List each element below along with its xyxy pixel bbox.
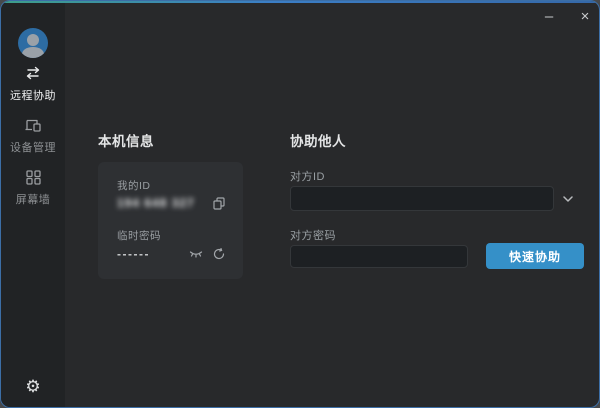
close-icon: × <box>581 8 590 25</box>
peer-password-label: 对方密码 <box>290 227 336 243</box>
sidebar-item-label: 屏幕墙 <box>1 191 65 207</box>
chevron-down-icon[interactable] <box>561 192 575 206</box>
avatar-body <box>22 47 44 58</box>
my-id-label-row: 我的ID <box>117 178 225 193</box>
close-button[interactable]: × <box>574 5 596 27</box>
my-id-value: 194 648 327 <box>117 196 195 210</box>
temp-password-row: ------ <box>117 247 225 261</box>
minimize-icon: – <box>545 8 553 25</box>
quick-assist-button[interactable]: 快速协助 <box>486 243 584 269</box>
sidebar-item-device-management[interactable]: 设备管理 <box>1 117 65 155</box>
assist-heading: 协助他人 <box>290 130 346 150</box>
local-info-heading: 本机信息 <box>98 130 154 150</box>
avatar-head <box>27 34 39 46</box>
gear-icon: ⚙ <box>25 377 40 396</box>
transfer-arrows-icon <box>1 65 65 81</box>
settings-button[interactable]: ⚙ <box>1 377 65 397</box>
refresh-icon[interactable] <box>213 248 225 260</box>
minimize-button[interactable]: – <box>538 5 560 27</box>
sidebar-item-label: 远程协助 <box>1 87 65 103</box>
sidebar: 远程协助 设备管理 屏幕墙 <box>1 1 65 407</box>
peer-id-input[interactable] <box>290 186 554 211</box>
password-actions <box>189 248 225 260</box>
eye-off-icon[interactable] <box>189 249 203 259</box>
temp-password-label-row: 临时密码 <box>117 228 225 243</box>
my-id-row: 194 648 327 <box>117 196 225 210</box>
sidebar-item-remote-assist[interactable]: 远程协助 <box>1 65 65 103</box>
app-window: – × 远程协助 <box>0 0 600 408</box>
grid-icon <box>1 169 65 185</box>
local-info-card: 我的ID 194 648 327 临时密码 ------ <box>98 162 243 279</box>
temp-password-value: ------ <box>117 247 150 261</box>
my-id-label: 我的ID <box>117 178 151 193</box>
devices-icon <box>1 117 65 133</box>
copy-icon[interactable] <box>213 197 225 210</box>
sidebar-item-label: 设备管理 <box>1 139 65 155</box>
peer-id-label: 对方ID <box>290 168 325 184</box>
avatar[interactable] <box>18 28 48 58</box>
peer-password-input[interactable] <box>290 245 468 268</box>
temp-password-label: 临时密码 <box>117 228 161 243</box>
sidebar-item-screen-wall[interactable]: 屏幕墙 <box>1 169 65 207</box>
